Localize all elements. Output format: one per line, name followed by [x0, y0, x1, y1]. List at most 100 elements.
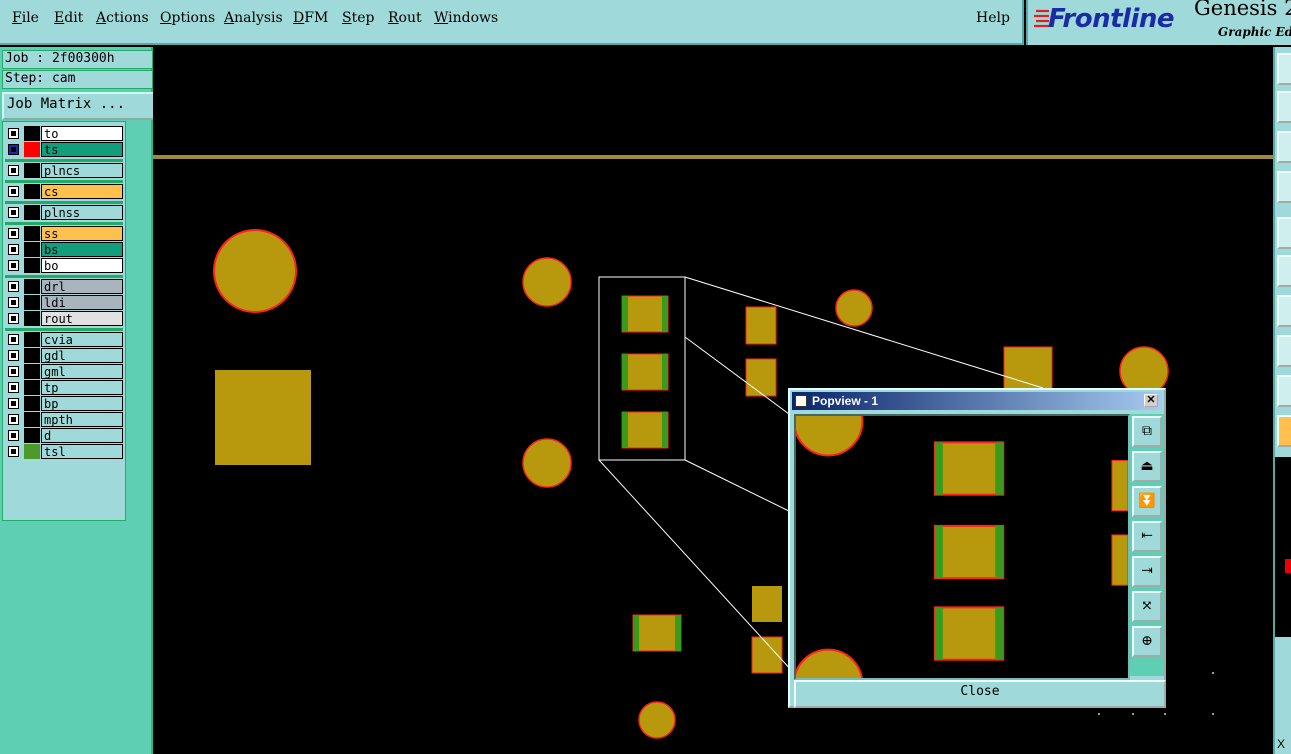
layer-row-gml[interactable]: gml	[5, 364, 123, 379]
layer-checkbox[interactable]	[8, 446, 19, 457]
tool-button[interactable]	[1277, 171, 1291, 203]
menu-edit[interactable]: Edit	[54, 10, 83, 26]
layer-row-ldi[interactable]: ldi	[5, 295, 123, 310]
layer-checkbox[interactable]	[8, 281, 19, 292]
layer-name[interactable]: ts	[41, 142, 123, 157]
pan-down-icon[interactable]: ⏬	[1132, 486, 1162, 517]
menu-options[interactable]: Options	[160, 10, 215, 26]
layer-name[interactable]: gml	[41, 364, 123, 379]
layer-checkbox[interactable]	[8, 334, 19, 345]
layer-row-bo[interactable]: bo	[5, 258, 123, 273]
layer-name[interactable]: plncs	[41, 163, 123, 178]
layer-name[interactable]: plnss	[41, 205, 123, 220]
layer-row-tp[interactable]: tp	[5, 380, 123, 395]
pad-round[interactable]	[638, 701, 676, 739]
layer-row-ss[interactable]: ss	[5, 226, 123, 241]
pad-round[interactable]	[522, 438, 572, 488]
layer-name[interactable]: tsl	[41, 444, 123, 459]
menu-step[interactable]: Step	[342, 10, 374, 26]
pad-round-large[interactable]	[213, 229, 297, 313]
pad-rect[interactable]	[752, 586, 782, 622]
tool-button[interactable]	[1277, 131, 1291, 163]
layer-row-rout[interactable]: rout	[5, 311, 123, 326]
zoom-in-icon[interactable]: ⊕	[1132, 626, 1162, 657]
menu-file[interactable]: File	[12, 10, 39, 26]
layer-row-mpth[interactable]: mpth	[5, 412, 123, 427]
layer-checkbox[interactable]	[8, 144, 19, 155]
pad-square-large[interactable]	[215, 370, 311, 465]
layer-row-plnss[interactable]: plnss	[5, 205, 123, 220]
layer-checkbox[interactable]	[8, 207, 19, 218]
layer-row-bp[interactable]: bp	[5, 396, 123, 411]
smd-pad[interactable]	[621, 353, 669, 391]
menu-windows[interactable]: Windows	[434, 10, 498, 26]
layer-name[interactable]: rout	[41, 311, 123, 326]
smd-pad[interactable]	[621, 295, 669, 333]
tool-button[interactable]	[1277, 295, 1291, 327]
layer-row-to[interactable]: to	[5, 126, 123, 141]
menu-rout[interactable]: Rout	[388, 10, 422, 26]
layer-name[interactable]: bs	[41, 242, 123, 257]
layer-name[interactable]: tp	[41, 380, 123, 395]
smd-pad[interactable]	[632, 614, 682, 652]
zoom-out-icon[interactable]: ⤧	[1132, 591, 1162, 622]
layer-checkbox[interactable]	[8, 414, 19, 425]
layer-row-plncs[interactable]: plncs	[5, 163, 123, 178]
layer-name[interactable]: drl	[41, 279, 123, 294]
pad-rect[interactable]	[745, 358, 777, 397]
pan-up-icon[interactable]: ⏏	[1132, 451, 1162, 482]
tool-button[interactable]	[1277, 415, 1291, 447]
layer-name[interactable]: ldi	[41, 295, 123, 310]
tool-button[interactable]	[1277, 91, 1291, 123]
layer-checkbox[interactable]	[8, 128, 19, 139]
pad-round[interactable]	[522, 257, 572, 307]
close-button[interactable]: Close	[794, 680, 1166, 708]
smd-pad[interactable]	[621, 411, 669, 449]
layer-checkbox[interactable]	[8, 228, 19, 239]
layer-name[interactable]: to	[41, 126, 123, 141]
layer-name[interactable]: bp	[41, 396, 123, 411]
menu-analysis[interactable]: Analysis	[224, 10, 283, 26]
layer-checkbox[interactable]	[8, 382, 19, 393]
tool-button[interactable]	[1277, 53, 1291, 85]
layer-row-bs[interactable]: bs	[5, 242, 123, 257]
tool-button[interactable]	[1277, 217, 1291, 249]
tool-button[interactable]	[1277, 255, 1291, 287]
layer-name[interactable]: cs	[41, 184, 123, 199]
layer-row-gdl[interactable]: gdl	[5, 348, 123, 363]
job-matrix-button[interactable]: Job Matrix ...	[2, 92, 156, 120]
layer-name[interactable]: d	[41, 428, 123, 443]
layer-row-d[interactable]: d	[5, 428, 123, 443]
layer-name[interactable]: gdl	[41, 348, 123, 363]
zoom-window-icon[interactable]: ⧉	[1132, 416, 1162, 447]
pan-left-icon[interactable]: ⇤	[1132, 521, 1162, 552]
pan-right-icon[interactable]: ⇥	[1132, 556, 1162, 587]
layer-checkbox[interactable]	[8, 244, 19, 255]
layer-checkbox[interactable]	[8, 297, 19, 308]
layer-row-tsl[interactable]: tsl	[5, 444, 123, 459]
pad-round[interactable]	[835, 289, 873, 327]
tool-button[interactable]	[1277, 375, 1291, 407]
popview-titlebar[interactable]: Popview - 1 ✕	[792, 392, 1162, 410]
layer-checkbox[interactable]	[8, 260, 19, 271]
popview-canvas[interactable]	[794, 414, 1130, 680]
menu-help[interactable]: Help	[976, 10, 1010, 26]
menu-dfm[interactable]: DFM	[293, 10, 328, 26]
layer-checkbox[interactable]	[8, 313, 19, 324]
layer-row-drl[interactable]: drl	[5, 279, 123, 294]
layer-checkbox[interactable]	[8, 398, 19, 409]
layer-checkbox[interactable]	[8, 165, 19, 176]
pad-rect[interactable]	[745, 306, 777, 345]
layer-checkbox[interactable]	[8, 430, 19, 441]
menu-actions[interactable]: Actions	[96, 10, 149, 26]
layer-name[interactable]: cvia	[41, 332, 123, 347]
tool-button[interactable]	[1277, 335, 1291, 367]
pad-rect[interactable]	[1003, 346, 1053, 393]
layer-checkbox[interactable]	[8, 366, 19, 377]
layer-row-cs[interactable]: cs	[5, 184, 123, 199]
close-icon[interactable]: ✕	[1144, 394, 1158, 407]
layer-name[interactable]: mpth	[41, 412, 123, 427]
layer-checkbox[interactable]	[8, 186, 19, 197]
layer-name[interactable]: ss	[41, 226, 123, 241]
layer-row-ts[interactable]: ts	[5, 142, 123, 157]
